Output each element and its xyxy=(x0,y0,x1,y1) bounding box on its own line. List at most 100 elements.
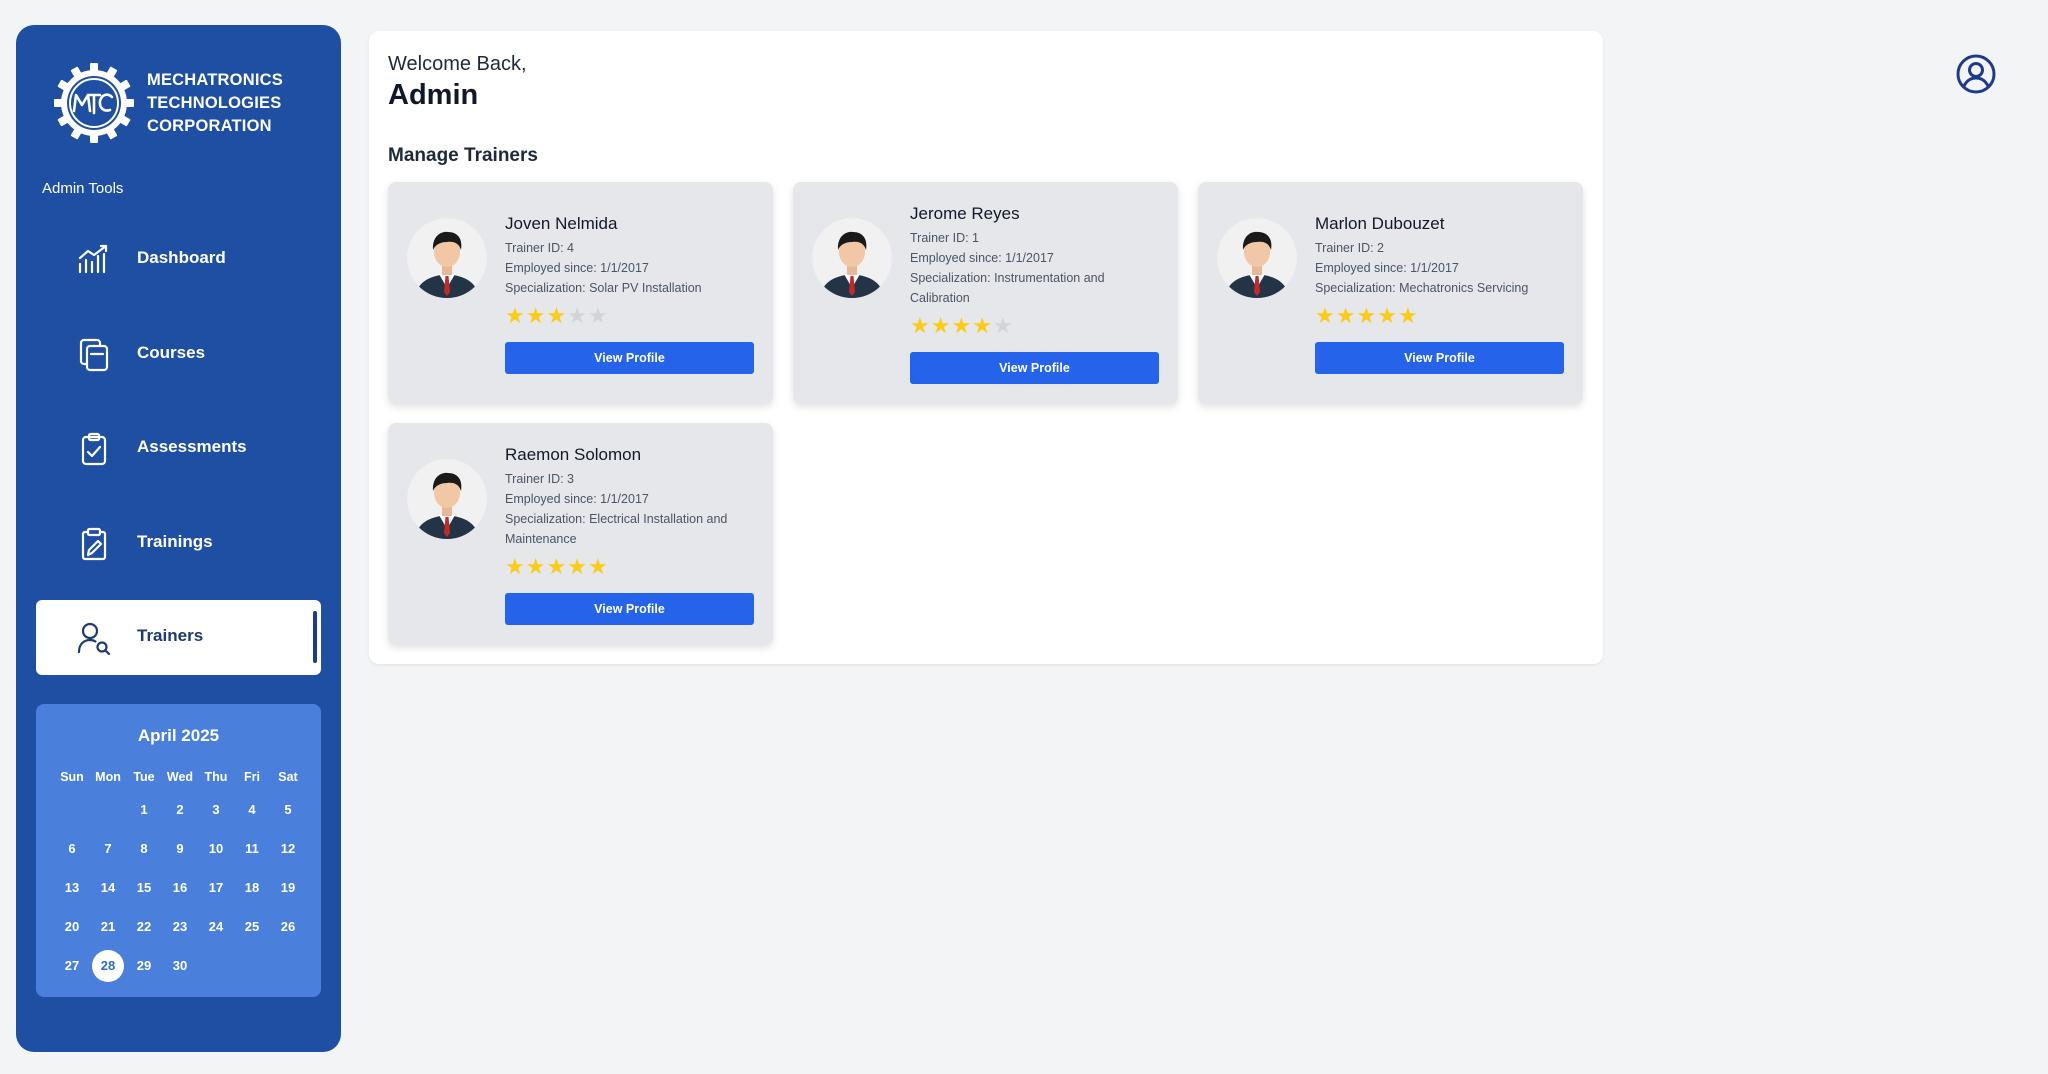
sidebar-item-assessments[interactable]: Assessments xyxy=(36,411,321,486)
calendar-day[interactable]: 9 xyxy=(162,833,198,865)
view-profile-button[interactable]: View Profile xyxy=(910,352,1159,384)
calendar-day[interactable]: 25 xyxy=(234,911,270,943)
sidebar-item-label: Dashboard xyxy=(137,248,226,267)
trainer-info: Jerome Reyes Trainer ID: 1 Employed sinc… xyxy=(910,204,1160,338)
trainer-avatar xyxy=(407,459,487,539)
sidebar-item-trainings[interactable]: Trainings xyxy=(36,506,321,581)
user-search-icon xyxy=(77,622,111,656)
user-circle-icon[interactable] xyxy=(1955,53,1997,95)
trainer-avatar xyxy=(812,218,892,298)
trainer-employed-since: Employed since: 1/1/2017 xyxy=(505,492,649,506)
trainer-card: Raemon Solomon Trainer ID: 3 Employed si… xyxy=(388,423,773,645)
calendar-day[interactable]: 4 xyxy=(234,794,270,826)
trainer-avatar xyxy=(1217,218,1297,298)
calendar-weekday: Fri xyxy=(244,770,260,784)
calendar-day[interactable]: 11 xyxy=(234,833,270,865)
calendar-day[interactable]: 14 xyxy=(90,872,126,904)
calendar-day[interactable]: 13 xyxy=(54,872,90,904)
star-icon: ★ xyxy=(546,554,568,579)
calendar-day[interactable]: 23 xyxy=(162,911,198,943)
calendar-weekday: Mon xyxy=(95,770,121,784)
calendar-day[interactable]: 12 xyxy=(270,833,306,865)
copy-icon xyxy=(79,338,109,372)
trainer-avatar xyxy=(407,218,487,298)
trainer-name: Jerome Reyes xyxy=(910,204,1020,223)
calendar-day[interactable]: 22 xyxy=(126,911,162,943)
calendar-day[interactable]: 26 xyxy=(270,911,306,943)
sidebar-item-label: Trainers xyxy=(137,626,204,645)
trainer-employed-since: Employed since: 1/1/2017 xyxy=(1315,261,1459,275)
calendar-weekday: Tue xyxy=(133,770,155,784)
star-icon: ★ xyxy=(525,554,547,579)
calendar-weekday: Sun xyxy=(60,770,84,784)
star-icon: ★ xyxy=(1335,303,1357,328)
calendar-day[interactable]: 18 xyxy=(234,872,270,904)
trainer-id: Trainer ID: 2 xyxy=(1315,241,1385,255)
trainer-info: Marlon Dubouzet Trainer ID: 2 Employed s… xyxy=(1315,214,1565,328)
star-icon: ★ xyxy=(992,313,1014,338)
admin-tools-label: Admin Tools xyxy=(42,180,124,197)
calendar-day[interactable]: 5 xyxy=(270,794,306,826)
calendar-day[interactable]: 10 xyxy=(198,833,234,865)
view-profile-button[interactable]: View Profile xyxy=(505,593,754,625)
star-icon: ★ xyxy=(1397,303,1419,328)
calendar-day[interactable]: 24 xyxy=(198,911,234,943)
calendar-day[interactable]: 20 xyxy=(54,911,90,943)
calendar-day[interactable]: 15 xyxy=(126,872,162,904)
rating-stars: ★★★★★ xyxy=(1315,304,1565,328)
trainer-employed-since: Employed since: 1/1/2017 xyxy=(505,261,649,275)
trainer-info: Raemon Solomon Trainer ID: 3 Employed si… xyxy=(505,445,755,579)
star-icon: ★ xyxy=(1377,303,1398,328)
sidebar-item-label: Courses xyxy=(137,343,206,362)
calendar-weekday: Sat xyxy=(278,770,298,784)
view-profile-button[interactable]: View Profile xyxy=(505,342,754,374)
trainer-name: Raemon Solomon xyxy=(505,445,642,464)
calendar-day[interactable]: 2 xyxy=(162,794,198,826)
calendar-day[interactable]: 19 xyxy=(270,872,306,904)
star-icon: ★ xyxy=(1315,303,1336,328)
calendar-day[interactable]: 3 xyxy=(198,794,234,826)
calendar-day[interactable]: 7 xyxy=(90,833,126,865)
calendar-day[interactable]: 16 xyxy=(162,872,198,904)
active-indicator xyxy=(313,611,317,663)
calendar-day[interactable]: 1 xyxy=(126,794,162,826)
brand-line-2: TECHNOLOGIES xyxy=(147,94,282,112)
brand-line-3: CORPORATION xyxy=(147,117,272,135)
calendar-day[interactable]: 17 xyxy=(198,872,234,904)
star-icon: ★ xyxy=(930,313,952,338)
chart-icon xyxy=(78,244,108,274)
trainer-name: Marlon Dubouzet xyxy=(1315,214,1445,233)
brand-line-1: MECHATRONICS xyxy=(147,71,283,89)
sidebar-item-trainers[interactable]: Trainers xyxy=(36,600,321,675)
sidebar-item-courses[interactable]: Courses xyxy=(36,317,321,392)
star-icon: ★ xyxy=(587,554,609,579)
star-icon: ★ xyxy=(567,303,588,328)
star-icon: ★ xyxy=(567,554,588,579)
star-icon: ★ xyxy=(951,313,973,338)
calendar-day[interactable]: 21 xyxy=(90,911,126,943)
calendar-widget: April 2025 Sun Mon Tue Wed Thu Fri Sat 1 2 3 4 5 6 7 8… xyxy=(36,704,321,997)
trainer-id: Trainer ID: 4 xyxy=(505,241,575,255)
calendar-day[interactable]: 6 xyxy=(54,833,90,865)
rating-stars: ★★★★★ xyxy=(505,555,755,579)
clipboard-check-icon xyxy=(81,432,107,466)
brand-name: MECHATRONICS TECHNOLOGIES CORPORATION xyxy=(147,69,283,138)
calendar-day[interactable]: 8 xyxy=(126,833,162,865)
star-icon: ★ xyxy=(546,303,568,328)
calendar-weekday: Thu xyxy=(204,770,228,784)
sidebar-item-label: Trainings xyxy=(137,532,213,551)
page-title: Admin xyxy=(388,79,479,111)
calendar-day[interactable]: 27 xyxy=(54,950,90,982)
trainer-info: Joven Nelmida Trainer ID: 4 Employed sin… xyxy=(505,214,755,328)
calendar-day[interactable]: 30 xyxy=(162,950,198,982)
rating-stars: ★★★★★ xyxy=(505,304,755,328)
star-icon: ★ xyxy=(910,313,931,338)
calendar-day[interactable]: 29 xyxy=(126,950,162,982)
star-icon: ★ xyxy=(972,313,993,338)
company-logo xyxy=(54,63,134,143)
trainer-specialization: Specialization: Instrumentation and Cali… xyxy=(910,271,1105,305)
view-profile-button[interactable]: View Profile xyxy=(1315,342,1564,374)
calendar-day-today[interactable]: 28 xyxy=(92,950,124,982)
clipboard-edit-icon xyxy=(81,527,107,561)
sidebar-item-dashboard[interactable]: Dashboard xyxy=(36,222,321,297)
